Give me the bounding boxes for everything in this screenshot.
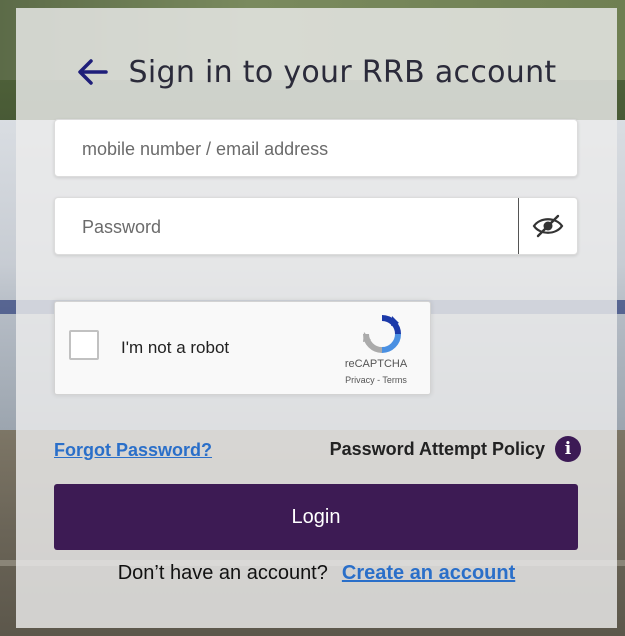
signup-row: Don’t have an account? Create an account xyxy=(16,562,617,585)
page-title: Sign in to your RRB account xyxy=(128,54,557,90)
login-button[interactable]: Login xyxy=(54,484,578,550)
password-field-wrapper xyxy=(54,197,578,256)
recaptcha-label: I'm not a robot xyxy=(121,338,230,357)
title-row: Sign in to your RRB account xyxy=(16,48,617,96)
password-policy-label: Password Attempt Policy xyxy=(329,438,545,459)
login-panel: Sign in to your RRB account I'm not a ro… xyxy=(16,8,617,628)
recaptcha-widget: I'm not a robot reCAPTCHA Privacy - Term… xyxy=(54,301,431,395)
signup-prompt: Don’t have an account? xyxy=(117,562,328,584)
create-account-link[interactable]: Create an account xyxy=(342,562,515,584)
eye-slash-icon[interactable] xyxy=(518,198,577,254)
forgot-password-link[interactable]: Forgot Password? xyxy=(54,440,212,461)
info-icon[interactable]: i xyxy=(555,436,581,462)
username-input[interactable] xyxy=(80,120,504,178)
recaptcha-logo-icon xyxy=(362,314,402,354)
recaptcha-checkbox[interactable] xyxy=(69,330,99,360)
password-policy: Password Attempt Policy i xyxy=(330,436,581,462)
username-field-wrapper xyxy=(54,119,578,178)
recaptcha-brand: reCAPTCHA xyxy=(344,358,408,370)
recaptcha-links[interactable]: Privacy - Terms xyxy=(336,375,416,385)
password-input[interactable] xyxy=(80,198,504,256)
arrow-left-icon[interactable] xyxy=(77,56,109,88)
